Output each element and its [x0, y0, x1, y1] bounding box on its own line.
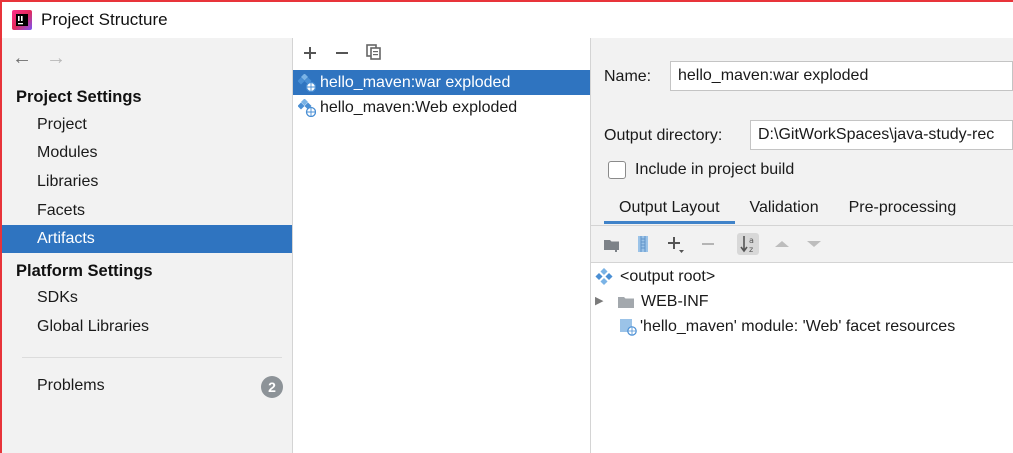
tree-node-web-inf[interactable]: ▶ WEB-INF — [595, 289, 709, 314]
svg-text:a: a — [749, 236, 754, 245]
platform-settings-heading: Platform Settings — [16, 262, 153, 280]
archive-icon[interactable] — [632, 233, 654, 255]
minus-icon[interactable] — [333, 44, 351, 64]
artifact-item-war-exploded[interactable]: hello_maven:war exploded — [293, 70, 590, 95]
artifact-label: hello_maven:Web exploded — [320, 99, 518, 116]
problems-label: Problems — [37, 377, 105, 394]
tab-output-layout[interactable]: Output Layout — [604, 194, 735, 224]
expand-arrow-icon[interactable]: ▶ — [595, 289, 607, 314]
tab-pre-processing[interactable]: Pre-processing — [834, 194, 972, 224]
sidebar-item-libraries[interactable]: Libraries — [2, 168, 292, 196]
window-title: Project Structure — [41, 10, 168, 29]
title-bar: Project Structure — [2, 2, 1013, 38]
artifact-detail-panel: Name: hello_maven:war exploded Output di… — [591, 38, 1013, 453]
sidebar-item-project[interactable]: Project — [2, 111, 292, 139]
settings-sidebar: ← → Project Settings Project Modules Lib… — [2, 38, 293, 453]
tree-node-output-root[interactable]: <output root> — [595, 264, 715, 289]
sort-icon[interactable]: az — [737, 233, 759, 255]
artifact-icon — [297, 97, 317, 117]
sidebar-item-global-libraries[interactable]: Global Libraries — [2, 313, 292, 341]
project-settings-heading: Project Settings — [16, 88, 142, 106]
output-root-icon — [595, 267, 613, 286]
copy-icon[interactable] — [365, 44, 383, 64]
remove-icon[interactable] — [697, 233, 719, 255]
move-up-icon[interactable] — [771, 233, 793, 255]
name-label: Name: — [604, 68, 652, 85]
sidebar-item-modules[interactable]: Modules — [2, 139, 292, 167]
svg-text:z: z — [749, 245, 753, 254]
move-down-icon[interactable] — [803, 233, 825, 255]
facet-resources-label: 'hello_maven' module: 'Web' facet resour… — [640, 318, 956, 335]
web-facet-resource-icon — [619, 318, 637, 336]
output-root-label: <output root> — [620, 268, 716, 285]
sidebar-item-facets[interactable]: Facets — [2, 197, 292, 225]
output-layout-tree: <output root> ▶ WEB-INF 'hello_maven' mo… — [591, 263, 1013, 453]
artifact-label: hello_maven:war exploded — [320, 74, 511, 91]
sidebar-divider — [22, 357, 282, 358]
forward-arrow-icon[interactable]: → — [46, 48, 66, 68]
include-in-build-checkbox[interactable] — [608, 161, 626, 179]
folder-label: WEB-INF — [641, 293, 709, 310]
detail-tabs: Output Layout Validation Pre-processing — [604, 194, 971, 226]
artifact-item-web-exploded[interactable]: hello_maven:Web exploded — [293, 95, 590, 120]
artifact-icon — [297, 72, 317, 92]
sidebar-item-sdks[interactable]: SDKs — [2, 284, 292, 312]
back-arrow-icon[interactable]: ← — [12, 48, 32, 68]
layout-toolbar: az — [591, 226, 1013, 263]
include-in-build-label: Include in project build — [635, 161, 795, 178]
new-folder-icon[interactable] — [601, 233, 623, 255]
tab-validation[interactable]: Validation — [735, 194, 834, 224]
artifacts-panel: hello_maven:war exploded hello_maven:Web… — [293, 38, 591, 453]
tree-node-facet-resources[interactable]: 'hello_maven' module: 'Web' facet resour… — [619, 314, 955, 339]
problems-count-badge: 2 — [261, 376, 283, 398]
add-icon[interactable] — [665, 233, 687, 255]
name-field[interactable]: hello_maven:war exploded — [670, 61, 1013, 91]
output-directory-field[interactable]: D:\GitWorkSpaces\java-study-rec — [750, 120, 1013, 150]
nav-arrows: ← → — [12, 48, 66, 68]
sidebar-item-artifacts[interactable]: Artifacts — [2, 225, 292, 253]
sidebar-item-problems[interactable]: Problems 2 — [2, 372, 292, 400]
artifacts-toolbar — [301, 42, 383, 66]
include-in-build-option[interactable]: Include in project build — [608, 161, 794, 179]
intellij-app-icon — [12, 10, 32, 30]
folder-icon — [617, 293, 635, 311]
plus-icon[interactable] — [301, 44, 319, 64]
output-directory-label: Output directory: — [604, 127, 723, 144]
